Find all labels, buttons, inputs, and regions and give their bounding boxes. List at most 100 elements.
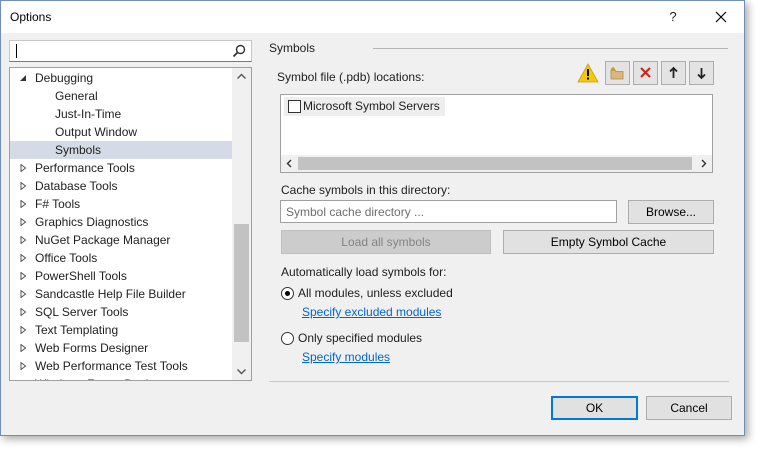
- collapsed-arrow-icon[interactable]: [19, 200, 27, 208]
- collapsed-arrow-icon[interactable]: [19, 218, 27, 226]
- new-folder-icon: [610, 67, 624, 80]
- delete-icon: [640, 67, 651, 78]
- cancel-button[interactable]: Cancel: [646, 396, 732, 420]
- tree-item-label: Web Forms Designer: [35, 341, 149, 355]
- footer-divider: [269, 381, 729, 382]
- tree-item-label: Symbols: [55, 143, 102, 157]
- options-tree: Debugging General Just-In-Time Output Windo…: [9, 67, 252, 381]
- scroll-down-icon[interactable]: [232, 363, 251, 380]
- collapsed-arrow-icon[interactable]: [19, 326, 27, 334]
- cache-directory-input[interactable]: [280, 200, 617, 223]
- tree-item-label: Database Tools: [35, 179, 118, 193]
- arrow-up-icon: [669, 66, 678, 78]
- move-down-button[interactable]: [689, 61, 714, 85]
- locations-label: Symbol file (.pdb) locations:: [277, 70, 425, 84]
- tree-item[interactable]: Symbols: [10, 141, 232, 159]
- tree-item[interactable]: Performance Tools: [10, 159, 232, 177]
- tree-item[interactable]: Web Forms Designer: [10, 339, 232, 357]
- text-caret: [16, 44, 17, 58]
- specify-excluded-modules-link[interactable]: Specify excluded modules: [302, 305, 441, 319]
- symbol-locations-list: Microsoft Symbol Servers: [280, 94, 713, 173]
- cache-label: Cache symbols in this directory:: [281, 183, 451, 197]
- window-title: Options: [10, 10, 52, 24]
- radio-only-specified[interactable]: [281, 332, 294, 345]
- load-all-symbols-button[interactable]: Load all symbols: [281, 230, 491, 254]
- tree-item-label: Sandcastle Help File Builder: [35, 287, 186, 301]
- add-location-button[interactable]: [605, 61, 630, 85]
- ok-button[interactable]: OK: [551, 396, 638, 420]
- tree-item[interactable]: Text Templating: [10, 321, 232, 339]
- tree-item[interactable]: Sandcastle Help File Builder: [10, 285, 232, 303]
- tree-item[interactable]: Debugging: [10, 69, 232, 87]
- section-divider: [373, 48, 728, 49]
- location-checkbox[interactable]: [288, 100, 301, 113]
- tree-item-label: General: [55, 89, 98, 103]
- warning-icon: [577, 63, 599, 83]
- location-label: Microsoft Symbol Servers: [303, 99, 440, 113]
- tree-item[interactable]: F# Tools: [10, 195, 232, 213]
- expanded-arrow-icon[interactable]: [19, 74, 27, 82]
- collapsed-arrow-icon[interactable]: [19, 272, 27, 280]
- radio-all-modules-label[interactable]: All modules, unless excluded: [298, 286, 453, 300]
- collapsed-arrow-icon[interactable]: [19, 290, 27, 298]
- title-bar: Options ?: [1, 1, 744, 33]
- tree-item-label: Output Window: [55, 125, 138, 139]
- tree-item-label: NuGet Package Manager: [35, 233, 171, 247]
- options-dialog: Options ? Debugging General Just-In-Time Ou…: [0, 0, 745, 436]
- locations-scroll-thumb[interactable]: [298, 157, 692, 170]
- tree-item-label: PowerShell Tools: [35, 269, 127, 283]
- remove-location-button[interactable]: [633, 61, 658, 85]
- tree-item[interactable]: General: [10, 87, 232, 105]
- tree-item-label: Office Tools: [35, 251, 98, 265]
- radio-selected-dot: [285, 291, 290, 296]
- scroll-up-icon[interactable]: [232, 68, 251, 85]
- tree-item-label: Graphics Diagnostics: [35, 215, 149, 229]
- arrow-down-icon: [697, 68, 706, 80]
- tree-item-label: F# Tools: [35, 197, 81, 211]
- tree-item[interactable]: Database Tools: [10, 177, 232, 195]
- tree-item[interactable]: Office Tools: [10, 249, 232, 267]
- tree-item[interactable]: Windows Forms Designer: [10, 375, 232, 381]
- collapsed-arrow-icon[interactable]: [19, 380, 27, 381]
- scroll-right-icon[interactable]: [695, 155, 712, 172]
- tree-vertical-scrollbar[interactable]: [232, 68, 251, 380]
- collapsed-arrow-icon[interactable]: [19, 236, 27, 244]
- tree-scroll-thumb[interactable]: [234, 224, 249, 342]
- collapsed-arrow-icon[interactable]: [19, 362, 27, 370]
- tree-item-label: Just-In-Time: [55, 107, 122, 121]
- tree-item-label: Debugging: [35, 71, 94, 85]
- options-search-input[interactable]: [9, 40, 252, 62]
- tree-item[interactable]: Web Performance Test Tools: [10, 357, 232, 375]
- radio-only-specified-label[interactable]: Only specified modules: [298, 331, 422, 345]
- scroll-left-icon[interactable]: [281, 155, 298, 172]
- auto-load-label: Automatically load symbols for:: [281, 265, 447, 279]
- tree-item-label: Performance Tools: [35, 161, 135, 175]
- close-button[interactable]: [710, 6, 732, 28]
- collapsed-arrow-icon[interactable]: [19, 344, 27, 352]
- collapsed-arrow-icon[interactable]: [19, 308, 27, 316]
- collapsed-arrow-icon[interactable]: [19, 164, 27, 172]
- tree-item[interactable]: SQL Server Tools: [10, 303, 232, 321]
- empty-symbol-cache-button[interactable]: Empty Symbol Cache: [503, 230, 714, 254]
- help-button[interactable]: ?: [662, 7, 684, 27]
- collapsed-arrow-icon[interactable]: [19, 254, 27, 262]
- tree-item[interactable]: Just-In-Time: [10, 105, 232, 123]
- specify-modules-link[interactable]: Specify modules: [302, 350, 390, 364]
- tree-item-label: Text Templating: [35, 323, 119, 337]
- move-up-button[interactable]: [661, 61, 686, 85]
- tree-item[interactable]: PowerShell Tools: [10, 267, 232, 285]
- collapsed-arrow-icon[interactable]: [19, 182, 27, 190]
- search-icon[interactable]: [231, 43, 247, 59]
- close-icon: [715, 11, 727, 23]
- section-label: Symbols: [269, 41, 316, 55]
- list-item[interactable]: Microsoft Symbol Servers: [284, 97, 445, 116]
- tree-item-label: SQL Server Tools: [35, 305, 129, 319]
- tree-item[interactable]: Graphics Diagnostics: [10, 213, 232, 231]
- tree-item-label: Windows Forms Designer: [35, 375, 172, 380]
- tree-item[interactable]: Output Window: [10, 123, 232, 141]
- tree-item-label: Web Performance Test Tools: [35, 359, 188, 373]
- radio-all-modules[interactable]: [281, 287, 294, 300]
- browse-button[interactable]: Browse...: [628, 200, 714, 224]
- tree-item[interactable]: NuGet Package Manager: [10, 231, 232, 249]
- locations-horizontal-scrollbar[interactable]: [281, 155, 712, 172]
